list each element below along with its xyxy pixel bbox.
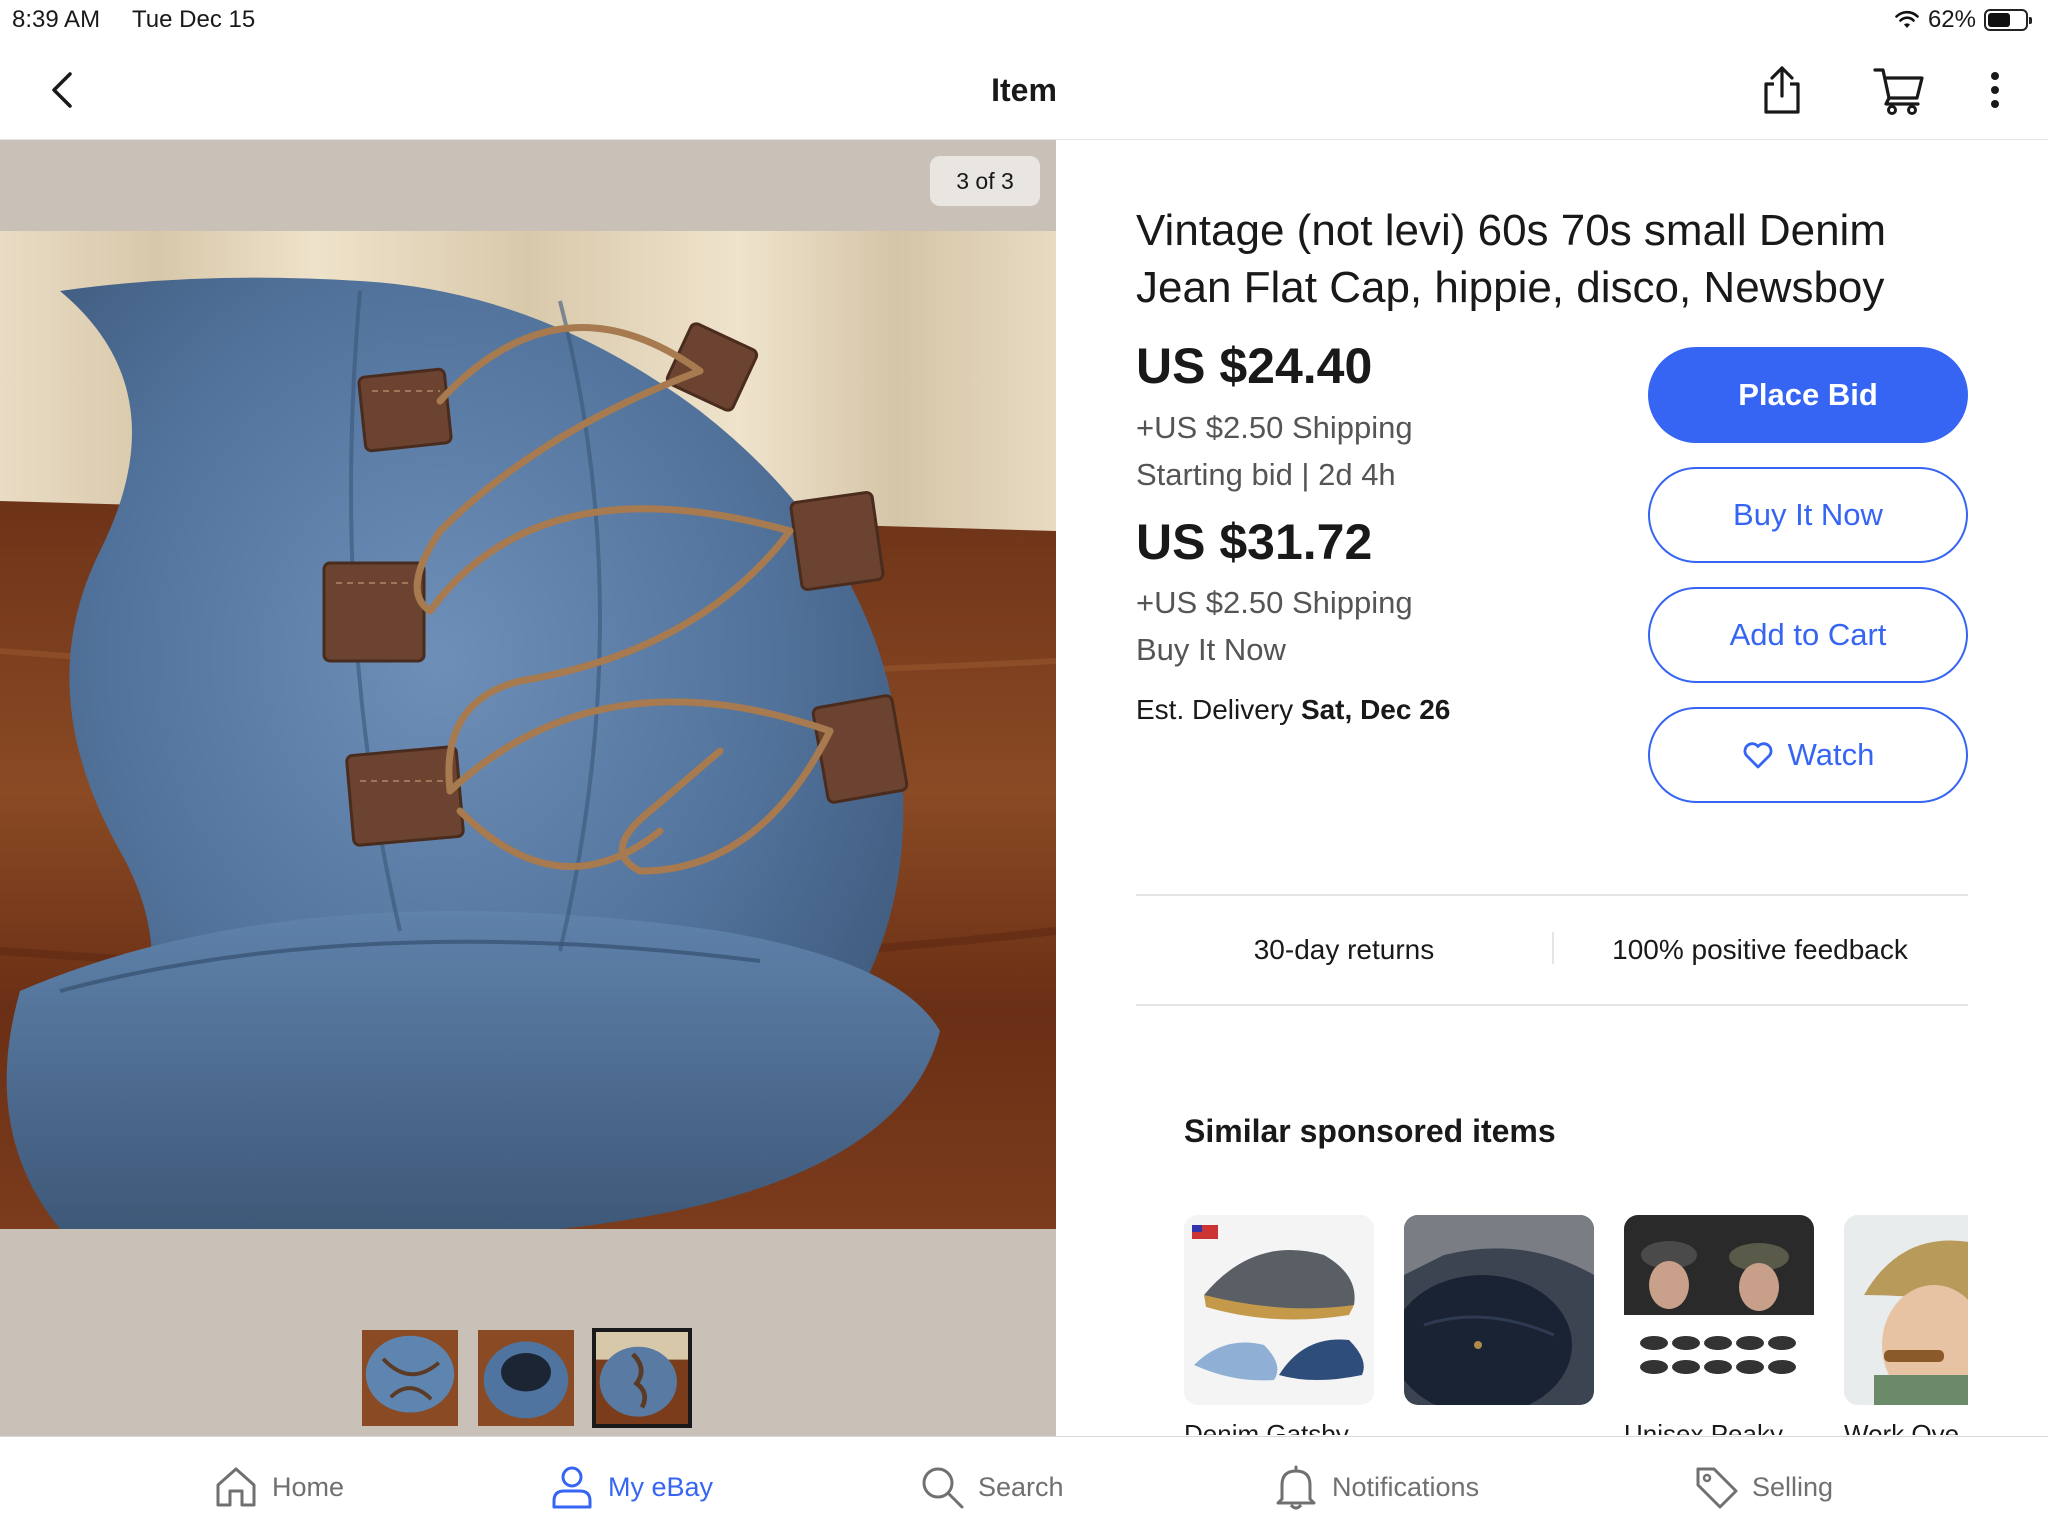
page-title: Item xyxy=(991,72,1057,108)
watch-label: Watch xyxy=(1787,737,1875,772)
buy-it-now-label: Buy It Now xyxy=(1136,632,1286,667)
delivery-date: Sat, Dec 26 xyxy=(1300,694,1451,725)
tab-label: Notifications xyxy=(1332,1471,1480,1502)
tab-search[interactable]: Search xyxy=(918,1459,1064,1515)
buy-it-now-shipping: +US $2.50 Shipping xyxy=(1136,585,1413,620)
battery-level xyxy=(1988,13,2011,27)
similar-items-heading: Similar sponsored items xyxy=(1184,1113,1556,1149)
tab-bar: Home My eBay Search Notifications Sellin… xyxy=(0,1436,2048,1536)
search-icon xyxy=(922,1467,964,1509)
similar-item-card[interactable]: Unisex Peaky xyxy=(1624,1215,1814,1435)
similar-item-image xyxy=(1184,1215,1374,1405)
status-date: Tue Dec 15 xyxy=(132,6,256,33)
bell-icon xyxy=(1276,1465,1316,1510)
bid-shipping: +US $2.50 Shipping xyxy=(1136,410,1413,445)
status-time: 8:39 AM xyxy=(12,6,101,33)
bid-meta: Starting bid | 2d 4h xyxy=(1136,457,1396,492)
tab-label: Search xyxy=(978,1471,1064,1502)
item-title: Vintage (not levi) 60s 70s small Denim J… xyxy=(1136,206,1886,312)
battery-icon xyxy=(1984,9,2032,31)
status-right: 62% xyxy=(1894,6,2032,34)
divider xyxy=(1136,1004,1968,1006)
tab-home[interactable]: Home xyxy=(212,1459,344,1515)
similar-item-card[interactable]: Work Ove xyxy=(1844,1215,1968,1435)
user-icon xyxy=(552,1466,592,1509)
seller-feedback: 100% positive feedback xyxy=(1612,934,1908,965)
more-vertical-icon[interactable] xyxy=(1980,66,2010,114)
thumbnail-image xyxy=(362,1330,458,1426)
similar-items-carousel[interactable]: Denim Gatsby Unisex Peaky Work Ove xyxy=(1184,1215,1968,1435)
tag-icon xyxy=(1696,1467,1738,1509)
cart-icon[interactable] xyxy=(1872,64,1926,116)
home-icon xyxy=(216,1467,256,1507)
estimated-delivery: Est. Delivery Sat, Dec 26 xyxy=(1136,694,1450,726)
tab-label: My eBay xyxy=(608,1471,714,1502)
similar-item-card[interactable]: Denim Gatsby xyxy=(1184,1215,1374,1435)
thumbnail-active[interactable] xyxy=(592,1328,692,1428)
share-icon[interactable] xyxy=(1758,64,1806,116)
image-gallery[interactable]: 3 of 3 xyxy=(0,140,1056,1436)
nav-bar: Item xyxy=(0,40,2048,140)
thumbnail-image xyxy=(478,1330,574,1426)
item-photo[interactable] xyxy=(0,231,1056,1229)
tab-label: Home xyxy=(272,1471,345,1502)
similar-item-image xyxy=(1404,1215,1594,1405)
delivery-label: Est. Delivery xyxy=(1136,694,1301,725)
heart-icon xyxy=(1743,742,1773,769)
thumbnail[interactable] xyxy=(360,1328,460,1428)
tab-selling[interactable]: Selling xyxy=(1692,1459,1833,1515)
tab-my-ebay[interactable]: My eBay xyxy=(548,1459,713,1515)
add-to-cart-button[interactable]: Add to Cart xyxy=(1648,587,1968,683)
battery-percent: 62% xyxy=(1927,6,1976,33)
similar-item-image xyxy=(1624,1215,1814,1405)
similar-item-label: Denim Gatsby xyxy=(1184,1419,1349,1435)
thumbnail-image xyxy=(596,1332,688,1424)
thumbnail-strip xyxy=(360,1328,692,1428)
returns-policy: 30-day returns xyxy=(1253,934,1435,965)
tab-label: Selling xyxy=(1752,1471,1834,1502)
image-counter: 3 of 3 xyxy=(930,156,1040,206)
watch-button[interactable]: Watch xyxy=(1648,707,1968,803)
similar-item-label: Work Ove xyxy=(1844,1419,1960,1435)
buy-it-now-button[interactable]: Buy It Now xyxy=(1648,467,1968,563)
similar-item-label: Unisex Peaky xyxy=(1624,1419,1783,1435)
divider xyxy=(1136,894,1968,896)
similar-item-card[interactable] xyxy=(1404,1215,1594,1419)
thumbnail[interactable] xyxy=(476,1328,576,1428)
wifi-icon xyxy=(1895,10,1919,28)
status-bar: 8:39 AM Tue Dec 15 62% xyxy=(0,0,2048,40)
place-bid-button[interactable]: Place Bid xyxy=(1648,347,1968,443)
tab-notifications[interactable]: Notifications xyxy=(1272,1459,1479,1515)
buy-it-now-price: US $31.72 xyxy=(1136,514,1373,570)
similar-item-image xyxy=(1844,1215,1968,1405)
bid-price: US $24.40 xyxy=(1136,338,1373,394)
